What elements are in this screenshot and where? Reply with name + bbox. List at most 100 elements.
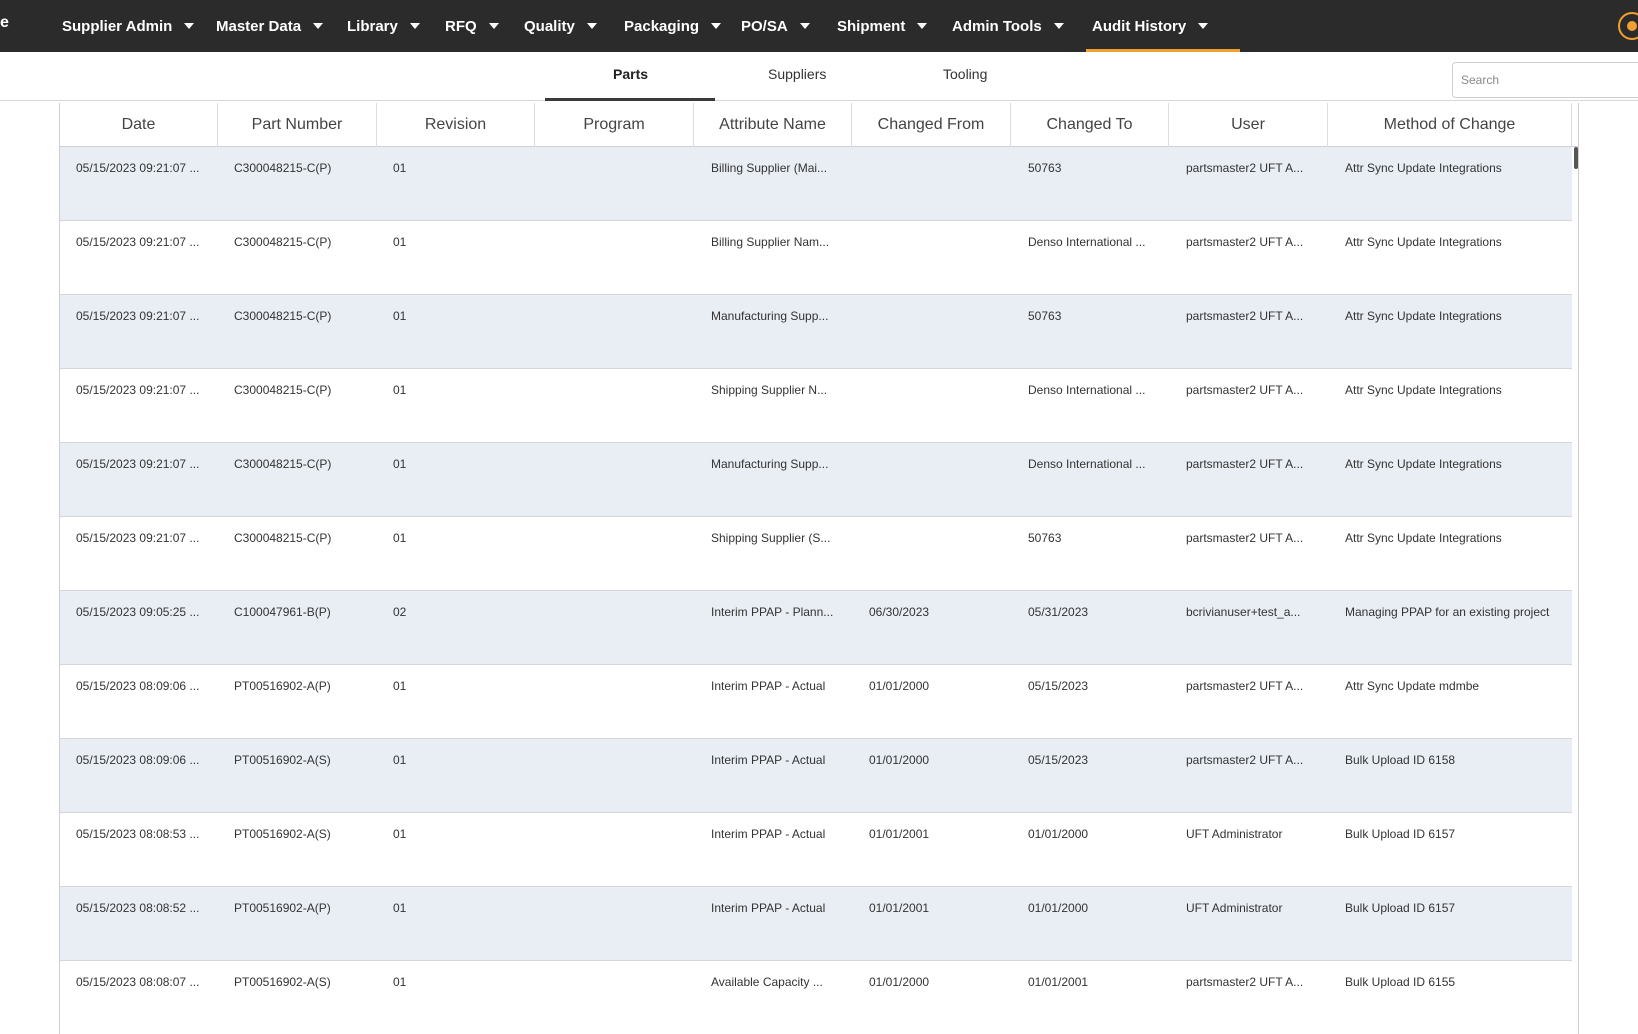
- cell-attribute-name: Shipping Supplier N...: [711, 383, 828, 397]
- caret-down-icon: [586, 23, 597, 29]
- cell-changed-to: Denso International ...: [1028, 235, 1146, 249]
- table-row[interactable]: 05/15/2023 09:21:07 ... C300048215-C(P) 01…: [60, 369, 1572, 443]
- nav-rfq[interactable]: RFQ: [445, 0, 499, 52]
- cell-attribute-name: Interim PPAP - Actual: [711, 753, 826, 767]
- caret-down-icon: [184, 23, 195, 29]
- cell-method-of-change: Bulk Upload ID 6155: [1345, 975, 1456, 989]
- cell-method-of-change: Managing PPAP for an existing project: [1345, 605, 1550, 619]
- nav-library[interactable]: Library: [347, 0, 420, 52]
- scrollbar-thumb[interactable]: [1574, 147, 1578, 169]
- tab-parts[interactable]: Parts: [613, 66, 648, 82]
- cell-attribute-name: Available Capacity ...: [711, 975, 823, 989]
- cell-user: partsmaster2 UFT A...: [1186, 309, 1304, 323]
- cell-user: UFT Administrator: [1186, 901, 1283, 915]
- caret-down-icon: [409, 23, 420, 29]
- cell-revision: 01: [393, 235, 407, 249]
- cell-changed-to: 01/01/2001: [1028, 975, 1089, 989]
- nav-supplier-admin[interactable]: Supplier Admin: [62, 0, 195, 52]
- column-header-program[interactable]: Program: [535, 103, 694, 147]
- tab-suppliers[interactable]: Suppliers: [768, 66, 826, 82]
- cell-date: 05/15/2023 09:21:07 ...: [76, 235, 200, 249]
- cell-changed-to: 05/15/2023: [1028, 753, 1089, 767]
- eye-icon[interactable]: [1618, 12, 1638, 40]
- column-header-changed-to[interactable]: Changed To: [1011, 103, 1169, 147]
- cell-changed-to: 50763: [1028, 309, 1062, 323]
- grid-body: 05/15/2023 09:21:07 ... C300048215-C(P) 01…: [60, 147, 1572, 1034]
- cell-attribute-name: Billing Supplier Nam...: [711, 235, 830, 249]
- cell-part-number: PT00516902-A(S): [234, 975, 331, 989]
- cell-revision: 01: [393, 531, 407, 545]
- cell-revision: 01: [393, 827, 407, 841]
- audit-grid: Date Part Number Revision Program Attrib…: [59, 103, 1579, 1034]
- column-header-user[interactable]: User: [1169, 103, 1328, 147]
- cell-attribute-name: Interim PPAP - Actual: [711, 827, 826, 841]
- cell-date: 05/15/2023 08:08:53 ...: [76, 827, 200, 841]
- nav-label: Master Data: [216, 17, 302, 35]
- column-header-revision[interactable]: Revision: [377, 103, 535, 147]
- table-row[interactable]: 05/15/2023 09:21:07 ... C300048215-C(P) 01…: [60, 295, 1572, 369]
- cell-changed-from: 01/01/2000: [869, 975, 930, 989]
- table-row[interactable]: 05/15/2023 09:05:25 ... C100047961-B(P) 02…: [60, 591, 1572, 665]
- cell-part-number: PT00516902-A(P): [234, 679, 331, 693]
- nav-admin-tools[interactable]: Admin Tools: [952, 0, 1064, 52]
- cell-date: 05/15/2023 09:21:07 ...: [76, 383, 200, 397]
- cell-date: 05/15/2023 08:09:06 ...: [76, 753, 200, 767]
- cell-method-of-change: Attr Sync Update Integrations: [1345, 531, 1502, 545]
- cell-part-number: C300048215-C(P): [234, 309, 332, 323]
- divider: [0, 100, 1638, 101]
- cell-date: 05/15/2023 09:21:07 ...: [76, 309, 200, 323]
- cell-attribute-name: Manufacturing Supp...: [711, 309, 829, 323]
- nav-po-sa[interactable]: PO/SA: [741, 0, 810, 52]
- caret-down-icon: [711, 23, 722, 29]
- nav-shipment[interactable]: Shipment: [837, 0, 928, 52]
- table-row[interactable]: 05/15/2023 08:08:07 ... PT00516902-A(S) 01…: [60, 961, 1572, 1034]
- table-row[interactable]: 05/15/2023 09:21:07 ... C300048215-C(P) 01…: [60, 147, 1572, 221]
- nav-label: Quality: [524, 17, 575, 35]
- cell-changed-to: 05/31/2023: [1028, 605, 1089, 619]
- cell-method-of-change: Attr Sync Update Integrations: [1345, 309, 1502, 323]
- tab-tooling[interactable]: Tooling: [943, 66, 987, 82]
- cell-date: 05/15/2023 09:21:07 ...: [76, 531, 200, 545]
- column-header-method-of-change[interactable]: Method of Change: [1328, 103, 1572, 147]
- cell-part-number: C300048215-C(P): [234, 457, 332, 471]
- cell-part-number: PT00516902-A(S): [234, 827, 331, 841]
- cell-changed-from: 01/01/2001: [869, 827, 930, 841]
- nav-label: Admin Tools: [952, 17, 1042, 35]
- nav-quality[interactable]: Quality: [524, 0, 597, 52]
- cell-user: partsmaster2 UFT A...: [1186, 383, 1304, 397]
- column-header-changed-from[interactable]: Changed From: [852, 103, 1011, 147]
- nav-master-data[interactable]: Master Data: [216, 0, 324, 52]
- cell-user: partsmaster2 UFT A...: [1186, 161, 1304, 175]
- table-row[interactable]: 05/15/2023 08:09:06 ... PT00516902-A(S) 01…: [60, 739, 1572, 813]
- cell-revision: 01: [393, 975, 407, 989]
- column-header-date[interactable]: Date: [60, 103, 218, 147]
- cell-part-number: PT00516902-A(S): [234, 753, 331, 767]
- nav-audit-history[interactable]: Audit History: [1085, 0, 1241, 52]
- cell-revision: 01: [393, 457, 407, 471]
- cell-user: partsmaster2 UFT A...: [1186, 235, 1304, 249]
- cell-method-of-change: Bulk Upload ID 6157: [1345, 827, 1456, 841]
- cell-part-number: C300048215-C(P): [234, 383, 332, 397]
- cell-method-of-change: Attr Sync Update mdmbe: [1345, 679, 1480, 693]
- cell-revision: 01: [393, 161, 407, 175]
- cell-method-of-change: Bulk Upload ID 6157: [1345, 901, 1456, 915]
- table-row[interactable]: 05/15/2023 08:08:53 ... PT00516902-A(S) 01…: [60, 813, 1572, 887]
- table-row[interactable]: 05/15/2023 09:21:07 ... C300048215-C(P) 01…: [60, 221, 1572, 295]
- table-row[interactable]: 05/15/2023 08:08:52 ... PT00516902-A(P) 01…: [60, 887, 1572, 961]
- vertical-scrollbar[interactable]: [1572, 147, 1578, 1034]
- cell-date: 05/15/2023 08:08:07 ...: [76, 975, 200, 989]
- table-row[interactable]: 05/15/2023 08:09:06 ... PT00516902-A(P) 01…: [60, 665, 1572, 739]
- cell-attribute-name: Billing Supplier (Mai...: [711, 161, 828, 175]
- search-input[interactable]: [1452, 62, 1638, 98]
- cell-attribute-name: Interim PPAP - Actual: [711, 901, 826, 915]
- table-row[interactable]: 05/15/2023 09:21:07 ... C300048215-C(P) 01…: [60, 517, 1572, 591]
- column-header-part-number[interactable]: Part Number: [218, 103, 377, 147]
- table-row[interactable]: 05/15/2023 09:21:07 ... C300048215-C(P) 01…: [60, 443, 1572, 517]
- column-header-attribute-name[interactable]: Attribute Name: [694, 103, 852, 147]
- nav-label: PO/SA: [741, 17, 788, 35]
- grid-header: Date Part Number Revision Program Attrib…: [60, 103, 1578, 147]
- nav-label: Audit History: [1092, 17, 1187, 35]
- nav-packaging[interactable]: Packaging: [624, 0, 722, 52]
- cell-attribute-name: Interim PPAP - Actual: [711, 679, 826, 693]
- cell-attribute-name: Manufacturing Supp...: [711, 457, 829, 471]
